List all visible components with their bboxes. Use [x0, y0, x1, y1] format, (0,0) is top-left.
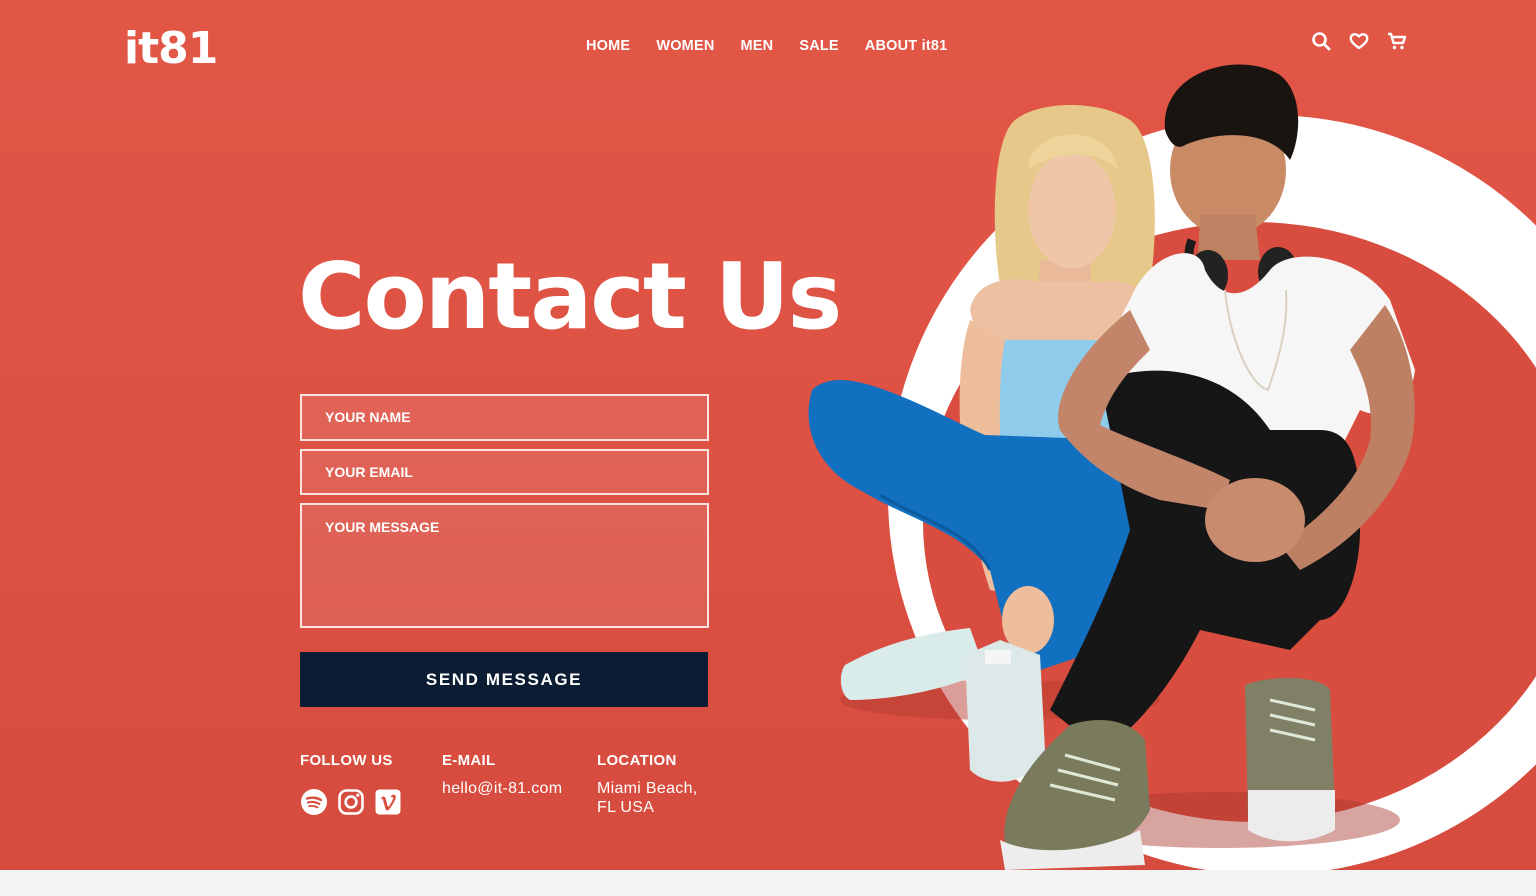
social-links: [300, 788, 411, 816]
models-photo: [808, 64, 1415, 870]
follow-us-heading: FOLLOW US: [300, 752, 393, 769]
hero-section: it81 HOME WOMEN MEN SALE ABOUT it81 Cont…: [0, 0, 1536, 870]
page-footer-strip: [0, 870, 1536, 896]
nav-about[interactable]: ABOUT it81: [865, 37, 948, 55]
email-link[interactable]: hello@it-81.com: [442, 779, 562, 798]
brand-logo[interactable]: it81: [124, 24, 218, 74]
email-heading: E-MAIL: [442, 752, 496, 769]
heart-icon[interactable]: [1348, 30, 1370, 52]
location-line-2: FL USA: [597, 799, 655, 816]
page-title: Contact Us: [298, 243, 842, 350]
nav-men[interactable]: MEN: [741, 37, 774, 55]
main-nav: HOME WOMEN MEN SALE ABOUT it81: [586, 37, 973, 55]
send-message-button[interactable]: SEND MESSAGE: [300, 652, 708, 707]
message-textarea[interactable]: YOUR MESSAGE: [300, 503, 709, 628]
spotify-icon[interactable]: [300, 788, 328, 816]
search-icon[interactable]: [1310, 30, 1332, 52]
email-input[interactable]: YOUR EMAIL: [300, 449, 709, 495]
vimeo-icon[interactable]: [374, 788, 402, 816]
location-line-1: Miami Beach,: [597, 780, 698, 797]
nav-home[interactable]: HOME: [586, 37, 630, 55]
nav-women[interactable]: WOMEN: [656, 37, 714, 55]
nav-sale[interactable]: SALE: [799, 37, 838, 55]
name-input[interactable]: YOUR NAME: [300, 394, 709, 441]
cart-icon[interactable]: [1386, 30, 1408, 52]
instagram-icon[interactable]: [337, 788, 365, 816]
location-heading: LOCATION: [597, 752, 677, 769]
header-actions: [1310, 30, 1424, 52]
